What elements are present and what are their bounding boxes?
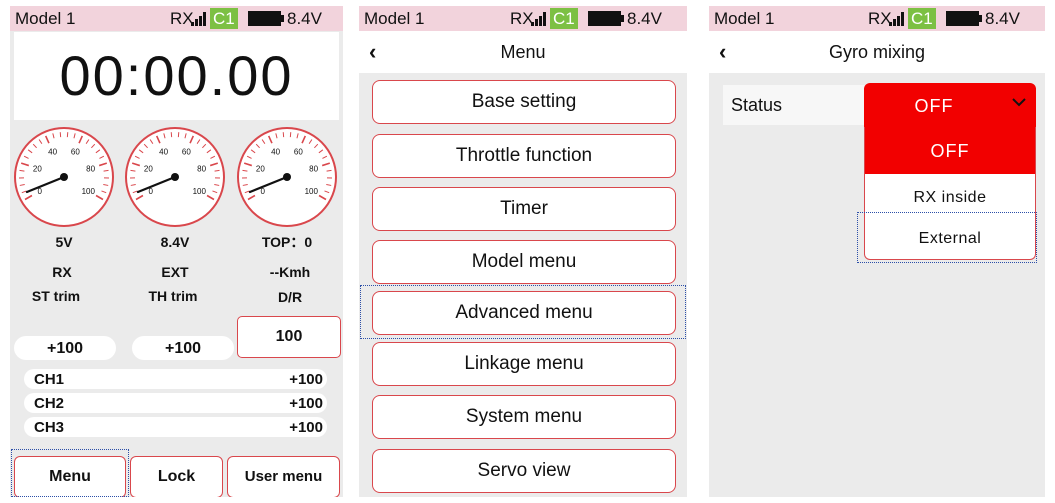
selection-highlight bbox=[360, 285, 686, 339]
status-select[interactable]: OFF bbox=[864, 83, 1036, 127]
gauge-tick-label: 40 bbox=[271, 147, 280, 156]
menu-item-throttle-function[interactable]: Throttle function bbox=[372, 134, 676, 178]
signal-icon bbox=[889, 12, 905, 26]
channel-badge: C1 bbox=[210, 8, 238, 29]
menu-item-system-menu[interactable]: System menu bbox=[372, 395, 676, 439]
chevron-down-icon bbox=[1012, 98, 1026, 107]
channel-row: CH3 +100 bbox=[24, 417, 327, 437]
menu-screen: Model 1 RX C1 8.4V ‹ Menu Base setting T… bbox=[359, 6, 687, 497]
rx-voltage-value: 5V bbox=[55, 234, 73, 250]
gauge-tick-label: 80 bbox=[197, 164, 206, 173]
battery-icon bbox=[946, 11, 982, 26]
selection-highlight bbox=[11, 449, 129, 497]
menu-item-linkage-menu[interactable]: Linkage menu bbox=[372, 342, 676, 386]
user-menu-button[interactable]: User menu bbox=[227, 456, 340, 497]
speed-unit-label: --Kmh bbox=[269, 264, 311, 280]
channel-row: CH2 +100 bbox=[24, 393, 327, 413]
channel-badge: C1 bbox=[908, 8, 936, 29]
gauge-tick-label: 100 bbox=[193, 187, 207, 196]
lock-button[interactable]: Lock bbox=[130, 456, 223, 497]
gauge-tick-label: 60 bbox=[71, 147, 80, 156]
channel-value: +100 bbox=[289, 371, 323, 388]
ext-voltage-value: 8.4V bbox=[160, 234, 190, 250]
top-speed-value: TOP：0 bbox=[261, 234, 313, 250]
model-name: Model 1 bbox=[364, 9, 425, 28]
battery-icon bbox=[588, 11, 624, 26]
gauge-hub bbox=[60, 173, 68, 181]
model-name: Model 1 bbox=[714, 9, 775, 28]
gauge-hub bbox=[283, 173, 291, 181]
model-name: Model 1 bbox=[15, 9, 76, 28]
signal-icon bbox=[531, 12, 547, 26]
menu-item-timer[interactable]: Timer bbox=[372, 187, 676, 231]
voltage-label: 8.4V bbox=[627, 9, 662, 28]
timer-display: 00:00.00 bbox=[14, 32, 339, 120]
dr-value[interactable]: 100 bbox=[237, 316, 341, 358]
rx-voltage-gauge: 02040 6080100 bbox=[14, 127, 114, 227]
gauge-tick-label: 100 bbox=[82, 187, 96, 196]
page-title: Gyro mixing bbox=[828, 42, 926, 62]
gauge-tick-label: 80 bbox=[86, 164, 95, 173]
channel-value: +100 bbox=[289, 419, 323, 436]
menu-item-servo-view[interactable]: Servo view bbox=[372, 449, 676, 493]
voltage-label: 8.4V bbox=[287, 9, 322, 28]
battery-icon bbox=[248, 11, 284, 26]
channel-badge: C1 bbox=[550, 8, 578, 29]
signal-icon bbox=[191, 12, 207, 26]
gauge-tick-label: 20 bbox=[144, 164, 153, 173]
channel-value: +100 bbox=[289, 395, 323, 412]
speed-gauge: 02040 6080100 bbox=[237, 127, 337, 227]
gauge-tick-label: 40 bbox=[48, 147, 57, 156]
ext-voltage-gauge: 02040 6080100 bbox=[125, 127, 225, 227]
voltage-label: 8.4V bbox=[985, 9, 1020, 28]
gauge-tick-label: 40 bbox=[159, 147, 168, 156]
rx-label: RX bbox=[52, 264, 72, 280]
st-trim-value[interactable]: +100 bbox=[14, 336, 116, 360]
menu-item-model-menu[interactable]: Model menu bbox=[372, 240, 676, 284]
menu-item-base-setting[interactable]: Base setting bbox=[372, 80, 676, 124]
status-selected-value: OFF bbox=[914, 96, 954, 116]
status-label: Status bbox=[731, 95, 783, 115]
dr-label: D/R bbox=[277, 289, 303, 305]
nav-bar: ‹ Menu bbox=[359, 31, 687, 73]
main-screen: Model 1 RX C1 8.4V 00:00.00 0 20 40 60 80 100… bbox=[10, 6, 343, 497]
selection-highlight bbox=[857, 212, 1037, 263]
th-trim-value[interactable]: +100 bbox=[132, 336, 234, 360]
st-trim-label: ST trim bbox=[31, 288, 81, 304]
ext-label: EXT bbox=[161, 264, 189, 280]
page-title: Menu bbox=[500, 42, 546, 62]
status-bar: Model 1 RX C1 8.4V bbox=[709, 6, 1045, 31]
channel-row: CH1 +100 bbox=[24, 369, 327, 389]
option-off[interactable]: OFF bbox=[865, 127, 1035, 174]
channel-name: CH3 bbox=[34, 419, 65, 436]
th-trim-label: TH trim bbox=[148, 288, 198, 304]
channel-name: CH2 bbox=[34, 395, 65, 412]
channel-name: CH1 bbox=[34, 371, 65, 388]
status-bar: Model 1 RX C1 8.4V bbox=[10, 6, 343, 31]
gauge-tick-label: 20 bbox=[33, 164, 42, 173]
gauge-tick-label: 100 bbox=[305, 187, 319, 196]
gauge-tick-label: 20 bbox=[256, 164, 265, 173]
gyro-mixing-screen: Model 1 RX C1 8.4V ‹ Gyro mixing Status … bbox=[709, 6, 1045, 497]
gauge-hub bbox=[171, 173, 179, 181]
nav-bar: ‹ Gyro mixing bbox=[709, 31, 1045, 73]
gauge-tick-label: 60 bbox=[182, 147, 191, 156]
gauge-tick-label: 80 bbox=[309, 164, 318, 173]
gauge-tick-label: 60 bbox=[294, 147, 303, 156]
status-bar: Model 1 RX C1 8.4V bbox=[359, 6, 687, 31]
